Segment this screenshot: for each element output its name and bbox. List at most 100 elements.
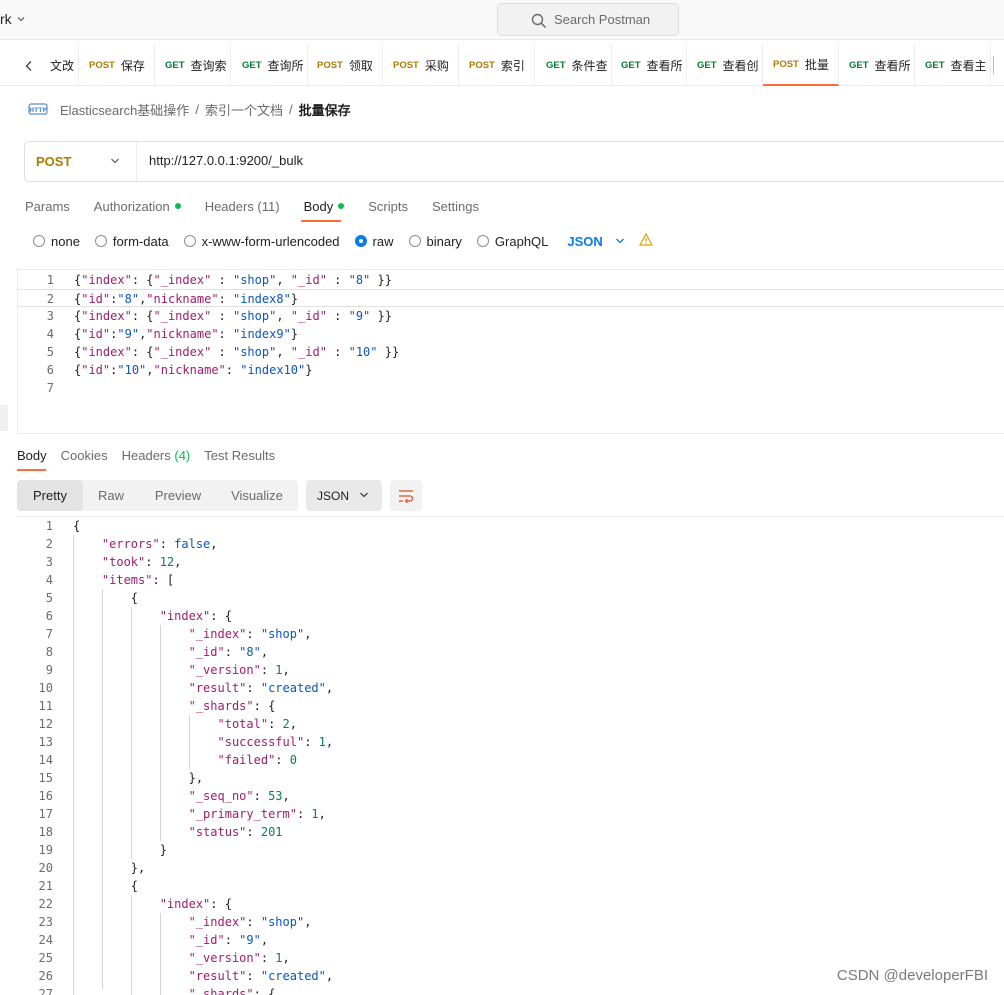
code-text: "_shards": {	[188, 987, 276, 995]
tab-authorization[interactable]: Authorization	[94, 196, 181, 216]
line-number: 1	[45, 519, 53, 533]
radio-label: x-www-form-urlencoded	[201, 233, 340, 249]
tab-label: Settings	[431, 198, 479, 214]
method-select[interactable]: POST	[25, 142, 137, 181]
line-number: 26	[38, 969, 53, 983]
radio-button[interactable]	[408, 235, 421, 247]
tab-method: GET	[165, 59, 185, 71]
search-input[interactable]: Search Postman	[497, 3, 679, 36]
body-type-form-data[interactable]: form-data	[94, 234, 169, 249]
body-type-none[interactable]: none	[33, 234, 80, 249]
code-line: 5 {"index": {"_index" : "shop", "_id" : "…	[18, 343, 1004, 361]
radio-button[interactable]	[183, 235, 196, 247]
language-label: JSON	[567, 233, 603, 249]
code-text: "_primary_term": 1,	[188, 807, 326, 821]
indent-guide	[130, 895, 132, 995]
tab-label: 文改	[50, 58, 75, 73]
code-line: 8 "_id": "8",	[17, 643, 1004, 661]
tab-method: POST	[317, 59, 343, 71]
code-text: "index": {	[159, 609, 232, 623]
url-input[interactable]: http://127.0.0.1:9200/_bulk	[149, 153, 303, 168]
request-tab[interactable]: GET 条件查	[536, 44, 612, 86]
request-tab[interactable]: GET 查看所	[611, 44, 687, 86]
code-text: "took": 12,	[101, 555, 182, 569]
view-visualize-button[interactable]: Visualize	[217, 480, 297, 511]
request-tab[interactable]: GET 查询索	[155, 44, 231, 86]
breadcrumb-request-name[interactable]: 批量保存	[299, 100, 351, 119]
sidebar-resize-handle[interactable]	[0, 405, 8, 431]
line-number: 18	[38, 825, 53, 839]
tab-method: GET	[546, 59, 566, 71]
request-tab[interactable]: 文改	[40, 44, 79, 86]
wrap-lines-button[interactable]	[390, 480, 422, 511]
tab-label: 条件查	[571, 58, 608, 73]
tab-headers[interactable]: Headers (11)	[205, 196, 280, 216]
body-type-raw[interactable]: raw	[354, 234, 394, 249]
tab-scroll-left-button[interactable]	[18, 56, 40, 76]
active-tab-underline	[301, 220, 341, 222]
tab-label: Params	[25, 198, 70, 214]
request-tab[interactable]: GET 查看主	[915, 44, 991, 86]
tab-settings[interactable]: Settings	[432, 196, 479, 216]
tab-body[interactable]: Body	[304, 196, 345, 216]
code-text: {	[73, 879, 139, 893]
watermark: CSDN @developerFBI	[834, 967, 990, 984]
response-tab-test-results[interactable]: Test Results	[204, 448, 275, 463]
chevron-down-icon	[111, 158, 119, 164]
tab-method: GET	[849, 59, 869, 71]
body-language-select[interactable]: JSON	[567, 234, 624, 249]
radio-label: binary	[426, 233, 462, 249]
response-tab-body[interactable]: Body	[17, 448, 47, 463]
indent-guide	[73, 535, 74, 995]
request-tab[interactable]: POST 索引	[459, 44, 535, 86]
request-tab[interactable]: POST 领取	[307, 44, 383, 86]
line-number: 5	[46, 345, 54, 359]
request-tab[interactable]: POST 批量	[763, 44, 839, 86]
line-number: 22	[38, 897, 53, 911]
status-dot	[174, 203, 181, 209]
request-tab[interactable]: GET 查看创	[687, 44, 763, 86]
radio-button[interactable]	[476, 235, 489, 247]
view-raw-button[interactable]: Raw	[83, 480, 139, 511]
response-format-select[interactable]: JSON	[306, 480, 382, 511]
tab-scripts[interactable]: Scripts	[368, 196, 408, 216]
body-type-graphql[interactable]: GraphQL	[476, 233, 549, 249]
view-pretty-button[interactable]: Pretty	[17, 480, 83, 511]
code-text: {"id":"8","nickname": "index8"}	[74, 292, 306, 306]
view-preview-button[interactable]: Preview	[139, 480, 217, 511]
tab-method: GET	[697, 59, 717, 71]
response-body-viewer[interactable]: 1{2 "errors": false, 3 "took": 12, 4 "item…	[17, 516, 1004, 995]
request-tab[interactable]: POST 保存	[79, 44, 155, 86]
breadcrumb-collection[interactable]: Elasticsearch基础操作	[60, 100, 189, 119]
request-tab[interactable]: GET 查看所	[839, 44, 915, 86]
radio-button[interactable]	[354, 235, 367, 247]
body-type-x-www-form-urlencoded[interactable]: x-www-form-urlencoded	[183, 233, 340, 249]
line-number: 11	[38, 699, 53, 713]
line-number: 3	[46, 309, 54, 323]
code-text: "_index": "shop",	[188, 627, 312, 641]
code-text: "failed": 0	[217, 753, 297, 767]
tab-params[interactable]: Params	[25, 196, 70, 216]
response-tab-headers[interactable]: Headers (4)	[122, 448, 191, 463]
request-tab[interactable]: POST 采购	[383, 44, 459, 86]
code-line: 17 "_primary_term": 1,	[17, 805, 1004, 823]
request-body-editor[interactable]: 1 {"index": {"_index" : "shop", "_id" : "…	[17, 269, 1004, 434]
body-type-binary[interactable]: binary	[408, 233, 462, 249]
code-line: 4 "items": [	[17, 571, 1004, 589]
radio-label: GraphQL	[494, 233, 549, 249]
code-text: "_version": 1,	[188, 663, 290, 677]
response-tab-cookies[interactable]: Cookies	[61, 448, 108, 463]
breadcrumb-folder[interactable]: 索引一个文档	[205, 100, 283, 119]
code-text: },	[73, 771, 204, 785]
headers-count: (4)	[174, 448, 191, 463]
radio-button[interactable]	[94, 235, 107, 247]
code-line: 1 {"index": {"_index" : "shop", "_id" : "…	[18, 271, 1004, 289]
radio-button[interactable]	[33, 235, 45, 247]
code-text: {	[73, 519, 81, 533]
request-tab[interactable]: GET 查询所	[232, 44, 308, 86]
workspace-switcher[interactable]: rk	[0, 11, 26, 27]
url-bar: POST http://127.0.0.1:9200/_bulk	[24, 141, 1004, 182]
code-line: 1{	[17, 517, 1004, 535]
warning-icon[interactable]	[638, 232, 653, 249]
tab-label: 查看所	[646, 58, 683, 73]
